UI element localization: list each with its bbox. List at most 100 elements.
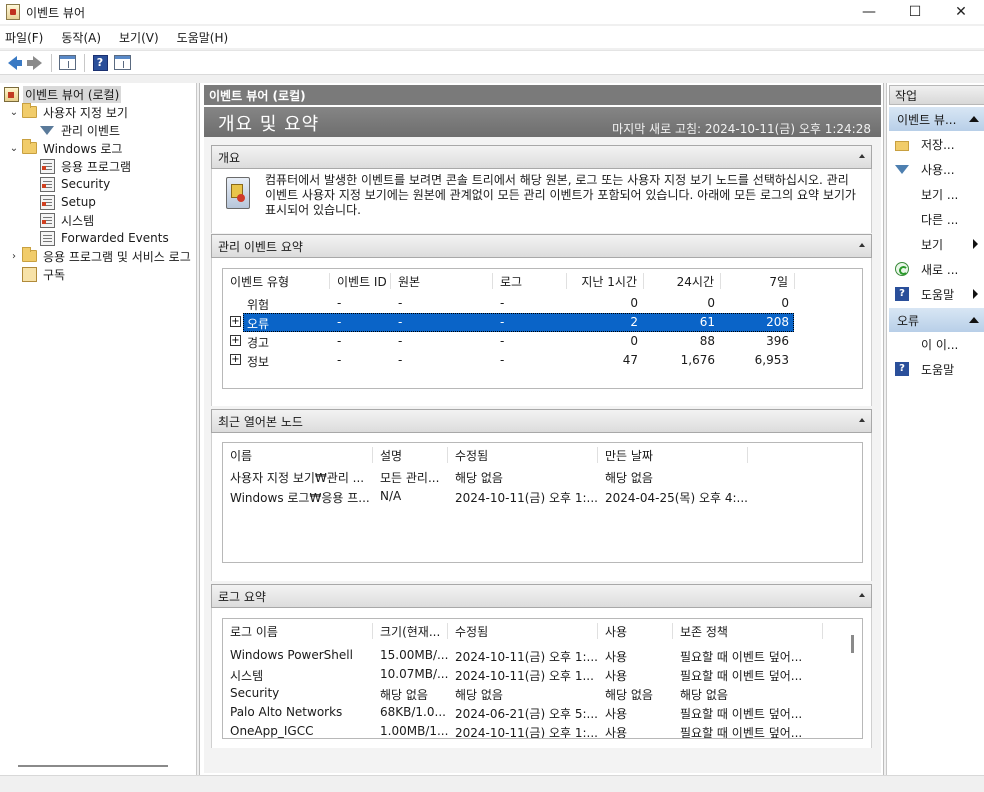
table-row[interactable]: 시스템 10.07MB/... 2024-10-11(금) 오후 1... 사용 필요할… <box>223 665 853 684</box>
submenu-arrow-icon[interactable] <box>973 239 978 249</box>
column-header[interactable]: 원본 <box>391 273 493 289</box>
table-row[interactable]: 사용자 지정 보기₩관리 ... 모든 관리... 해당 없음 해당 없음 <box>223 467 853 486</box>
table-row[interactable]: OneApp_IGCC 1.00MB/1... 2024-10-11(금) 오후 1… <box>223 722 853 739</box>
table-row[interactable]: + 정보 - - -47 1,676 6,953 <box>223 351 853 370</box>
back-button[interactable] <box>2 53 22 73</box>
maximize-button[interactable]: ☐ <box>892 0 938 24</box>
action-item[interactable]: 이 이... <box>895 335 958 353</box>
table-cell: 필요할 때 이벤트 덮어... <box>680 726 803 739</box>
actions-group-event-viewer[interactable]: 이벤트 뷰... <box>889 107 984 131</box>
tree-item[interactable]: Forwarded Events <box>40 229 171 247</box>
column-header[interactable]: 크기(현재... <box>373 623 448 639</box>
overview-text: 컴퓨터에서 발생한 이벤트를 보려면 콘솔 트리에서 해당 원본, 로그 또는 … <box>265 173 856 217</box>
action-item-label: 보기 ... <box>921 187 959 202</box>
action-item[interactable]: 보기 <box>895 235 943 253</box>
forward-button[interactable] <box>24 53 44 73</box>
table-row[interactable]: Palo Alto Networks 68KB/1.0... 2024-06-21(… <box>223 703 853 722</box>
column-header[interactable]: 이벤트 유형 <box>223 273 330 289</box>
tree-item[interactable]: 관리 이벤트 <box>40 121 122 139</box>
column-header[interactable]: 로그 <box>493 273 567 289</box>
action-item-label: 이 이... <box>921 337 959 352</box>
column-header[interactable]: 지난 1시간 <box>567 273 644 289</box>
event-log-icon <box>40 158 55 174</box>
show-hide-console-tree-button[interactable] <box>57 53 77 73</box>
admin-summary-grid[interactable]: 이벤트 유형 이벤트 ID 원본 로그 지난 1시간 24시간 7일위험 - - -0 0 0 + 오류 -… <box>222 268 863 389</box>
tree-item-label: 응용 프로그램 <box>61 159 132 174</box>
action-item[interactable]: 보기 ... <box>895 185 958 203</box>
menu-view[interactable]: 보기(V) <box>119 29 159 46</box>
tree-horizontal-scrollbar[interactable] <box>18 765 168 767</box>
column-header[interactable]: 보존 정책 <box>673 623 823 639</box>
table-cell: 47 <box>622 353 638 367</box>
actions-group-error[interactable]: 오류 <box>889 308 984 332</box>
column-header[interactable]: 수정됨 <box>448 623 598 639</box>
action-item[interactable]: 사용... <box>895 160 955 178</box>
show-hide-action-pane-button[interactable] <box>112 53 132 73</box>
help-icon: ? <box>895 287 909 301</box>
collapse-icon[interactable] <box>859 154 865 158</box>
column-header[interactable]: 설명 <box>373 447 448 463</box>
tree-item[interactable]: 구독 <box>8 265 67 283</box>
table-row[interactable]: Windows PowerShell 15.00MB/... 2024-10-11(… <box>223 646 853 665</box>
action-item[interactable]: ? 도움말 <box>895 285 954 303</box>
collapse-triangle-icon[interactable] <box>969 317 979 323</box>
column-header[interactable]: 로그 이름 <box>223 623 373 639</box>
table-row[interactable]: Security 해당 없음 해당 없음 해당 없음 해당 없음 <box>223 684 853 703</box>
tree-item[interactable]: ⌄ 사용자 지정 보기 <box>8 103 130 121</box>
help-icon: ? <box>92 54 108 71</box>
table-row[interactable]: Windows 로그₩응용 프... N/A 2024-10-11(금) 오후 1:… <box>223 487 853 506</box>
event-log-icon <box>40 194 55 210</box>
column-header[interactable]: 사용 <box>598 623 673 639</box>
tree-item[interactable]: 이벤트 뷰어 (로컬) <box>4 85 122 103</box>
help-icon: ? <box>895 362 909 376</box>
expand-chevron-icon[interactable]: ⌄ <box>8 107 20 118</box>
close-button[interactable]: ✕ <box>938 0 984 24</box>
log-summary-header[interactable]: 로그 요약 <box>211 584 872 608</box>
table-cell: 해당 없음 <box>455 471 503 485</box>
tree-item[interactable]: Security <box>40 175 112 193</box>
help-button[interactable]: ? <box>90 53 110 73</box>
log-summary-grid[interactable]: 로그 이름 크기(현재... 수정됨 사용 보존 정책 Windows PowerShel… <box>222 618 863 739</box>
tree-item-label: Forwarded Events <box>61 231 169 245</box>
table-row[interactable]: 위험 - - -0 0 0 <box>223 294 853 313</box>
collapse-icon[interactable] <box>859 418 865 422</box>
column-header[interactable]: 이름 <box>223 447 373 463</box>
action-item-label: 새로 ... <box>921 262 959 277</box>
action-item[interactable]: 저장... <box>895 135 955 153</box>
overview-header[interactable]: 개요 <box>211 145 872 169</box>
column-header[interactable]: 이벤트 ID <box>330 273 391 289</box>
table-cell: 해당 없음 <box>455 688 503 702</box>
table-row[interactable]: + 경고 - - -0 88 396 <box>223 332 853 351</box>
collapse-icon[interactable] <box>859 593 865 597</box>
table-cell: 396 <box>766 334 789 348</box>
menu-file[interactable]: 파일(F) <box>5 29 43 46</box>
admin-summary-header[interactable]: 관리 이벤트 요약 <box>211 234 872 258</box>
menu-action[interactable]: 동작(A) <box>61 29 101 46</box>
recent-nodes-grid[interactable]: 이름 설명 수정됨 만든 날짜사용자 지정 보기₩관리 ... 모든 관리... 해당 없… <box>222 442 863 563</box>
expand-chevron-icon[interactable]: ⌄ <box>8 143 20 154</box>
tree-item[interactable]: 시스템 <box>40 211 96 229</box>
tree-item-label: 이벤트 뷰어 (로컬) <box>23 85 122 103</box>
column-header[interactable]: 만든 날짜 <box>598 447 748 463</box>
column-header[interactable]: 24시간 <box>644 273 721 289</box>
table-row[interactable]: + 오류 - - -2 61 208 <box>223 313 853 332</box>
collapse-icon[interactable] <box>859 243 865 247</box>
recent-nodes-header[interactable]: 최근 열어본 노드 <box>211 409 872 433</box>
column-header[interactable]: 7일 <box>721 273 795 289</box>
menu-help[interactable]: 도움말(H) <box>177 29 229 46</box>
tree-item[interactable]: Setup <box>40 193 98 211</box>
tree-item[interactable]: 응용 프로그램 <box>40 157 133 175</box>
summary-title: 개요 및 요약 <box>218 114 320 135</box>
action-item[interactable]: 다른 ... <box>895 210 958 228</box>
action-item[interactable]: 새로 ... <box>895 260 958 278</box>
tree-item[interactable]: ⌄ Windows 로그 <box>8 139 124 157</box>
center-header: 이벤트 뷰어 (로컬) <box>204 85 881 105</box>
toolbar-separator <box>84 53 85 72</box>
collapsed-chevron-icon[interactable]: › <box>8 251 20 262</box>
collapse-triangle-icon[interactable] <box>969 116 979 122</box>
tree-item[interactable]: › 응용 프로그램 및 서비스 로그 <box>8 247 193 265</box>
column-header[interactable]: 수정됨 <box>448 447 598 463</box>
submenu-arrow-icon[interactable] <box>973 289 978 299</box>
action-item[interactable]: ? 도움말 <box>895 360 954 378</box>
minimize-button[interactable]: — <box>846 0 892 24</box>
